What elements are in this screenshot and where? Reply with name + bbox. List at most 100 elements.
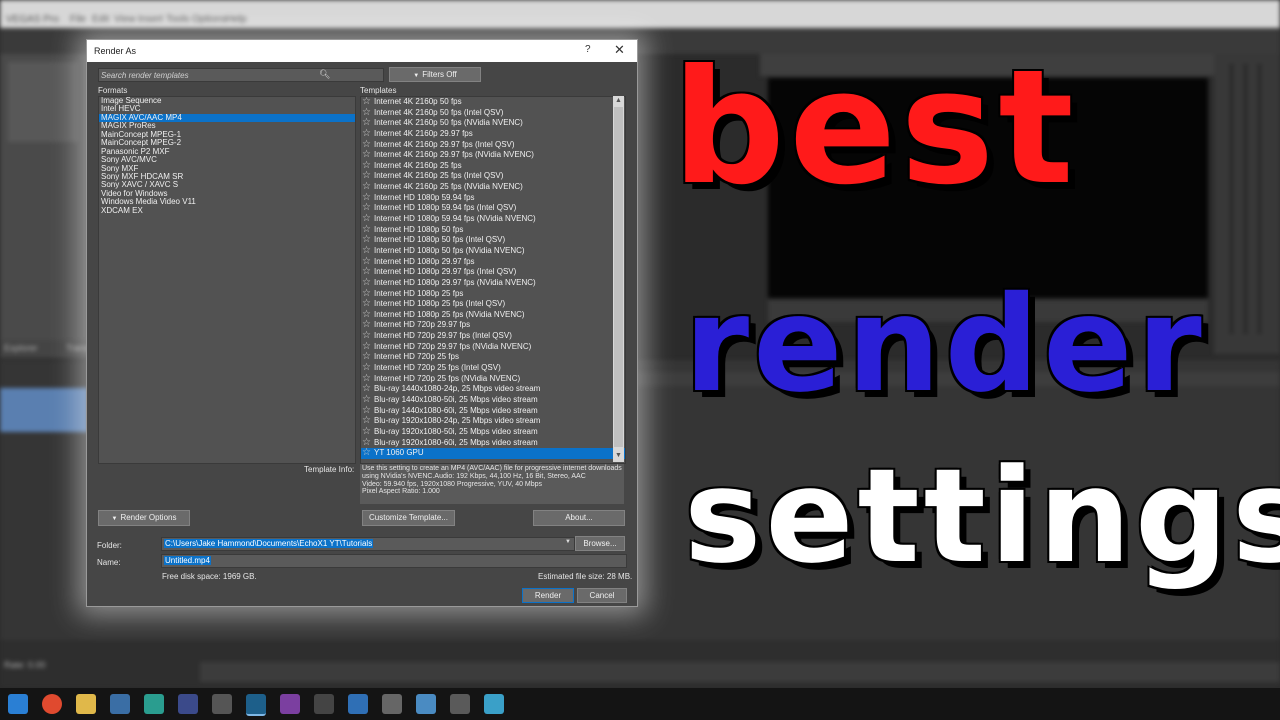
template-label: Internet HD 1080p 29.97 fps (Intel QSV) [374, 267, 517, 277]
format-item[interactable]: XDCAM EX [99, 206, 355, 215]
template-item[interactable]: ☆ Internet HD 1080p 59.94 fps [361, 192, 625, 204]
render-button[interactable]: Render [522, 588, 574, 603]
template-item[interactable]: ☆ Internet HD 720p 25 fps (NVidia NVENC) [361, 373, 625, 385]
template-label: Internet HD 1080p 25 fps (NVidia NVENC) [374, 309, 525, 319]
template-item[interactable]: ☆ Blu-ray 1920x1080-50i, 25 Mbps video st… [361, 426, 625, 438]
template-item[interactable]: ☆ Internet HD 1080p 50 fps (NVidia NVENC) [361, 245, 625, 257]
scroll-up-icon[interactable]: ▲ [615, 97, 622, 104]
template-item[interactable]: ☆ Internet HD 1080p 50 fps [361, 224, 625, 236]
star-icon[interactable]: ☆ [362, 426, 371, 438]
app-icon[interactable] [348, 694, 368, 714]
template-item[interactable]: ☆ Internet 4K 2160p 25 fps (NVidia NVENC) [361, 181, 625, 193]
template-item[interactable]: ☆ Internet 4K 2160p 29.97 fps (Intel QSV) [361, 139, 625, 151]
app-icon[interactable] [382, 694, 402, 714]
template-item[interactable]: ☆ Internet HD 720p 25 fps [361, 352, 625, 363]
title-render: render [684, 268, 1206, 422]
template-info-line: Video: 59.940 fps, 1920x1080 Progressive… [362, 480, 543, 488]
app-icon[interactable] [280, 694, 300, 714]
template-item[interactable]: ☆ Internet 4K 2160p 50 fps (Intel QSV) [361, 107, 625, 119]
bg-rate-label: Rate: 0.00 [4, 660, 46, 670]
star-icon[interactable]: ☆ [362, 394, 371, 406]
windows-start-icon[interactable] [8, 694, 28, 714]
folder-value[interactable]: C:\Users\Jake Hammond\Documents\EchoX1 Y… [164, 539, 374, 548]
app-icon[interactable] [314, 694, 334, 714]
template-item[interactable]: ☆ Internet 4K 2160p 25 fps [361, 160, 625, 172]
app-icon[interactable] [178, 694, 198, 714]
render-options-button[interactable]: ▼ Render Options [98, 510, 190, 526]
app-icon[interactable] [144, 694, 164, 714]
dropdown-arrow-icon[interactable]: ▼ [565, 539, 571, 545]
star-icon[interactable]: ☆ [362, 277, 371, 289]
vegas-icon[interactable] [246, 694, 266, 716]
name-label: Name: [97, 558, 121, 567]
template-item[interactable]: ☆ Internet HD 720p 29.97 fps (Intel QSV) [361, 330, 625, 342]
bg-menu-tools: Tools [166, 14, 190, 25]
template-item[interactable]: ☆ Internet HD 1080p 25 fps (Intel QSV) [361, 299, 625, 310]
template-label: Internet 4K 2160p 29.97 fps (Intel QSV) [374, 139, 515, 149]
bg-explorer-list [8, 62, 78, 142]
bg-tab-explorer: Explorer [4, 343, 38, 353]
filters-button[interactable]: ▼ Filters Off [389, 67, 481, 82]
bg-window-title: VEGAS Pro [6, 14, 59, 25]
customize-template-button[interactable]: Customize Template... [362, 510, 455, 526]
meter-bar [1230, 64, 1233, 334]
template-item[interactable]: ☆ Internet HD 720p 29.97 fps (NVidia NVEN… [361, 341, 625, 353]
template-item[interactable]: ☆ Internet HD 1080p 29.97 fps (Intel QSV) [361, 267, 625, 278]
cancel-button[interactable]: Cancel [577, 588, 627, 603]
template-label: Internet 4K 2160p 50 fps (NVidia NVENC) [374, 118, 523, 128]
template-item[interactable]: ☆ Internet HD 1080p 59.94 fps (NVidia NVE… [361, 213, 625, 225]
bg-menu-view: View [114, 14, 136, 25]
help-icon[interactable]: ? [585, 44, 591, 55]
template-label: Blu-ray 1920x1080-24p, 25 Mbps video str… [374, 416, 541, 426]
template-item[interactable]: ☆ Blu-ray 1440x1080-50i, 25 Mbps video st… [361, 394, 625, 406]
template-label: Internet HD 720p 29.97 fps (NVidia NVENC… [374, 341, 532, 351]
file-explorer-icon[interactable] [76, 694, 96, 714]
app-icon[interactable] [416, 694, 436, 714]
about-button[interactable]: About... [533, 510, 625, 526]
template-item[interactable]: ☆ Blu-ray 1440x1080-24p, 25 Mbps video st… [361, 384, 625, 395]
template-item[interactable]: ☆ Internet HD 1080p 29.97 fps (NVidia NVE… [361, 277, 625, 289]
template-item[interactable]: ☆ Internet HD 1080p 25 fps [361, 288, 625, 300]
template-item[interactable]: ☆ YT 1060 GPU [361, 447, 625, 459]
chrome-icon[interactable] [42, 694, 62, 714]
scroll-down-icon[interactable]: ▼ [615, 452, 622, 459]
close-icon[interactable]: ✕ [614, 42, 625, 58]
name-field[interactable]: Untitled.mp4 [161, 554, 627, 568]
name-value[interactable]: Untitled.mp4 [164, 556, 211, 565]
template-item[interactable]: ☆ Internet 4K 2160p 50 fps [361, 97, 625, 108]
app-icon[interactable] [484, 694, 504, 714]
formats-list[interactable]: Image Sequence Intel HEVC MAGIX AVC/AAC MP… [98, 96, 356, 464]
template-item[interactable]: ☆ Internet HD 1080p 50 fps (Intel QSV) [361, 235, 625, 246]
template-item[interactable]: ☆ Internet HD 1080p 29.97 fps [361, 256, 625, 268]
app-icon[interactable] [450, 694, 470, 714]
template-item[interactable]: ☆ Internet HD 720p 29.97 fps [361, 320, 625, 331]
template-item[interactable]: ☆ Blu-ray 1920x1080-24p, 25 Mbps video st… [361, 416, 625, 427]
template-item[interactable]: ☆ Internet 4K 2160p 50 fps (NVidia NVENC) [361, 118, 625, 129]
estimated-file-size: Estimated file size: 28 MB. [538, 572, 633, 581]
templates-list[interactable]: ☆ Internet 4K 2160p 50 fps ☆ Internet 4K 21… [360, 96, 626, 464]
search-input[interactable] [101, 69, 311, 81]
scrollbar-thumb[interactable] [614, 107, 623, 447]
dialog-titlebar[interactable]: Render As ? ✕ [87, 40, 637, 62]
templates-scrollbar[interactable]: ▲ ▼ [613, 96, 624, 462]
browse-button[interactable]: Browse... [575, 536, 625, 551]
template-label: Internet HD 720p 29.97 fps [374, 320, 471, 330]
search-icon[interactable]: 🔍︎ [319, 69, 330, 80]
template-item[interactable]: ☆ Internet HD 1080p 25 fps (NVidia NVENC) [361, 309, 625, 321]
template-item[interactable]: ☆ Internet HD 1080p 59.94 fps (Intel QSV) [361, 203, 625, 214]
star-icon[interactable]: ☆ [362, 447, 371, 459]
app-icon[interactable] [212, 694, 232, 714]
search-box[interactable]: 🔍︎ [98, 68, 384, 82]
template-info-label: Template Info: [304, 465, 355, 474]
template-item[interactable]: ☆ Internet 4K 2160p 29.97 fps [361, 128, 625, 140]
template-item[interactable]: ☆ Blu-ray 1920x1080-60i, 25 Mbps video st… [361, 437, 625, 449]
template-item[interactable]: ☆ Blu-ray 1440x1080-60i, 25 Mbps video st… [361, 405, 625, 417]
template-item[interactable]: ☆ Internet 4K 2160p 29.97 fps (NVidia NVE… [361, 150, 625, 161]
template-label: Internet HD 1080p 29.97 fps [374, 256, 475, 266]
app-icon[interactable] [110, 694, 130, 714]
bg-transport-controls [200, 662, 1280, 682]
template-item[interactable]: ☆ Internet 4K 2160p 25 fps (Intel QSV) [361, 171, 625, 182]
folder-combobox[interactable]: C:\Users\Jake Hammond\Documents\EchoX1 Y… [161, 537, 575, 551]
template-item[interactable]: ☆ Internet HD 720p 25 fps (Intel QSV) [361, 362, 625, 374]
star-icon[interactable]: ☆ [362, 128, 371, 140]
